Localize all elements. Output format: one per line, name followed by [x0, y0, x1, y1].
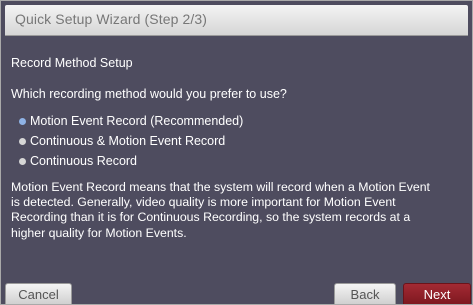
dialog-title: Quick Setup Wizard (Step 2/3)	[15, 11, 207, 27]
description-line: higher quality for Motion Events.	[11, 225, 187, 240]
description-line: is detected. Generally, video quality is…	[11, 195, 396, 210]
cancel-button[interactable]: Cancel	[5, 283, 72, 304]
question-text: Which recording method would you prefer …	[11, 87, 287, 101]
option-label: Motion Event Record (Recommended)	[30, 114, 244, 128]
dialog-content: Record Method Setup Which recording meth…	[5, 36, 468, 258]
description-line: Recording than it is for Continuous Reco…	[11, 210, 411, 225]
description-line: Motion Event Record means that the syste…	[11, 180, 430, 194]
radio-dot-selected-icon[interactable]	[19, 118, 26, 125]
dialog-titlebar: Quick Setup Wizard (Step 2/3)	[5, 5, 468, 36]
radio-dot-icon[interactable]	[19, 158, 26, 165]
option-label: Continuous & Motion Event Record	[30, 134, 226, 148]
section-title: Record Method Setup	[11, 56, 133, 70]
method-description: Motion Event Record means that the syste…	[11, 180, 467, 241]
option-label: Continuous Record	[30, 154, 138, 168]
radio-dot-icon[interactable]	[19, 138, 26, 145]
next-button[interactable]: Next	[403, 283, 471, 304]
back-button[interactable]: Back	[334, 283, 396, 304]
quick-setup-dialog: Quick Setup Wizard (Step 2/3) Record Met…	[0, 0, 473, 305]
